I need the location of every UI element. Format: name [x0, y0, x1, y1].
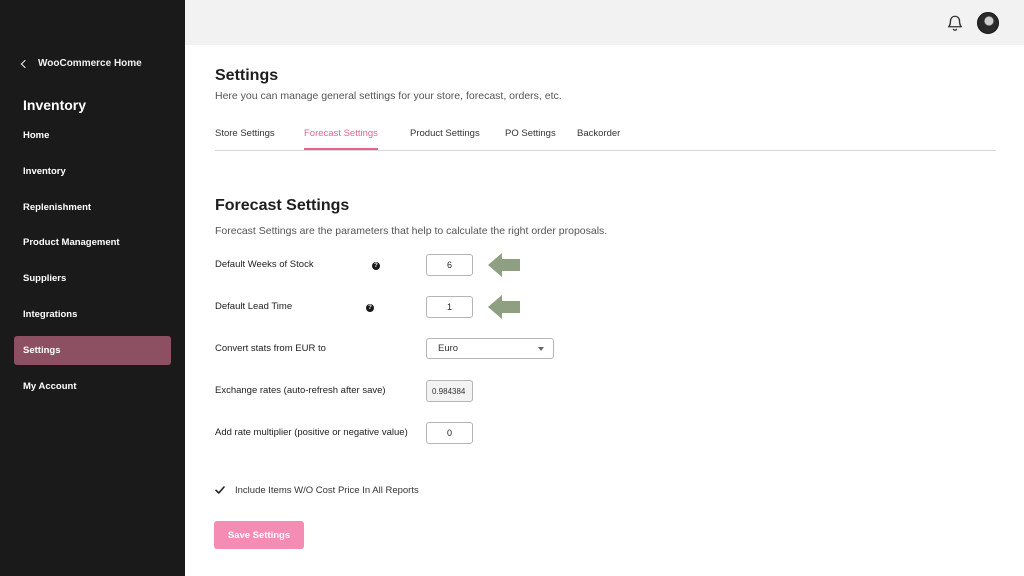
tab-store-settings[interactable]: Store Settings — [215, 128, 275, 150]
sidebar-item-label: My Account — [23, 380, 77, 392]
back-link-label: WooCommerce Home — [38, 58, 142, 69]
sidebar-item-inventory[interactable]: Inventory — [14, 157, 171, 186]
currency-select-value: Euro — [438, 343, 459, 354]
include-items-checkbox[interactable] — [214, 484, 226, 496]
section-description: Forecast Settings are the parameters tha… — [215, 225, 608, 237]
sidebar-item-my-account[interactable]: My Account — [14, 372, 171, 401]
rate-multiplier-label: Add rate multiplier (positive or negativ… — [215, 427, 408, 438]
sidebar-item-suppliers[interactable]: Suppliers — [14, 264, 171, 293]
user-avatar[interactable] — [977, 12, 999, 34]
help-icon[interactable]: ? — [372, 262, 380, 270]
settings-tabs: Store Settings Forecast Settings Product… — [215, 128, 996, 151]
weeks-of-stock-input[interactable] — [426, 254, 473, 276]
sidebar-item-label: Suppliers — [23, 273, 67, 285]
exchange-rate-input — [426, 380, 473, 402]
exchange-rate-label: Exchange rates (auto-refresh after save) — [215, 385, 386, 396]
convert-currency-label: Convert stats from EUR to — [215, 343, 326, 354]
chevron-left-icon — [20, 59, 30, 68]
sidebar-item-label: Replenishment — [23, 201, 92, 213]
sidebar-item-label: Home — [23, 130, 50, 141]
weeks-of-stock-label: Default Weeks of Stock — [215, 259, 314, 270]
sidebar-item-replenishment[interactable]: Replenishment — [14, 193, 171, 222]
currency-select[interactable]: Euro — [426, 338, 554, 359]
include-items-label: Include Items W/O Cost Price In All Repo… — [235, 485, 419, 496]
sidebar-title: Inventory — [23, 97, 87, 113]
sidebar: WooCommerce Home Inventory Home Inventor… — [0, 0, 185, 576]
arrow-left-icon — [488, 253, 520, 277]
sidebar-nav: Home Inventory Replenishment Product Man… — [14, 121, 171, 407]
help-icon[interactable]: ? — [366, 304, 374, 312]
page-title: Settings — [215, 67, 279, 84]
sidebar-item-label: Integrations — [23, 308, 78, 320]
top-bar — [185, 0, 1024, 45]
back-to-woocommerce-link[interactable]: WooCommerce Home — [20, 58, 142, 69]
section-title: Forecast Settings — [215, 197, 350, 214]
sidebar-item-label: Product Management — [23, 237, 120, 249]
tab-product-settings[interactable]: Product Settings — [410, 128, 480, 150]
arrow-left-icon — [488, 295, 520, 319]
sidebar-item-settings[interactable]: Settings — [14, 335, 171, 365]
lead-time-label: Default Lead Time — [215, 301, 293, 312]
sidebar-item-label: Settings — [23, 344, 61, 356]
rate-multiplier-input[interactable] — [426, 422, 473, 444]
tab-backorder[interactable]: Backorder — [577, 128, 620, 150]
save-settings-button[interactable]: Save Settings — [214, 521, 304, 549]
lead-time-input[interactable] — [426, 296, 473, 318]
caret-down-icon — [538, 347, 544, 351]
tab-po-settings[interactable]: PO Settings — [505, 128, 556, 150]
sidebar-item-product-management[interactable]: Product Management — [14, 228, 171, 257]
sidebar-item-integrations[interactable]: Integrations — [14, 300, 171, 329]
tab-forecast-settings[interactable]: Forecast Settings — [304, 128, 378, 150]
page-subtitle: Here you can manage general settings for… — [215, 90, 562, 102]
sidebar-item-label: Inventory — [23, 165, 66, 177]
bell-icon[interactable] — [946, 14, 964, 32]
sidebar-item-home[interactable]: Home — [14, 121, 171, 150]
